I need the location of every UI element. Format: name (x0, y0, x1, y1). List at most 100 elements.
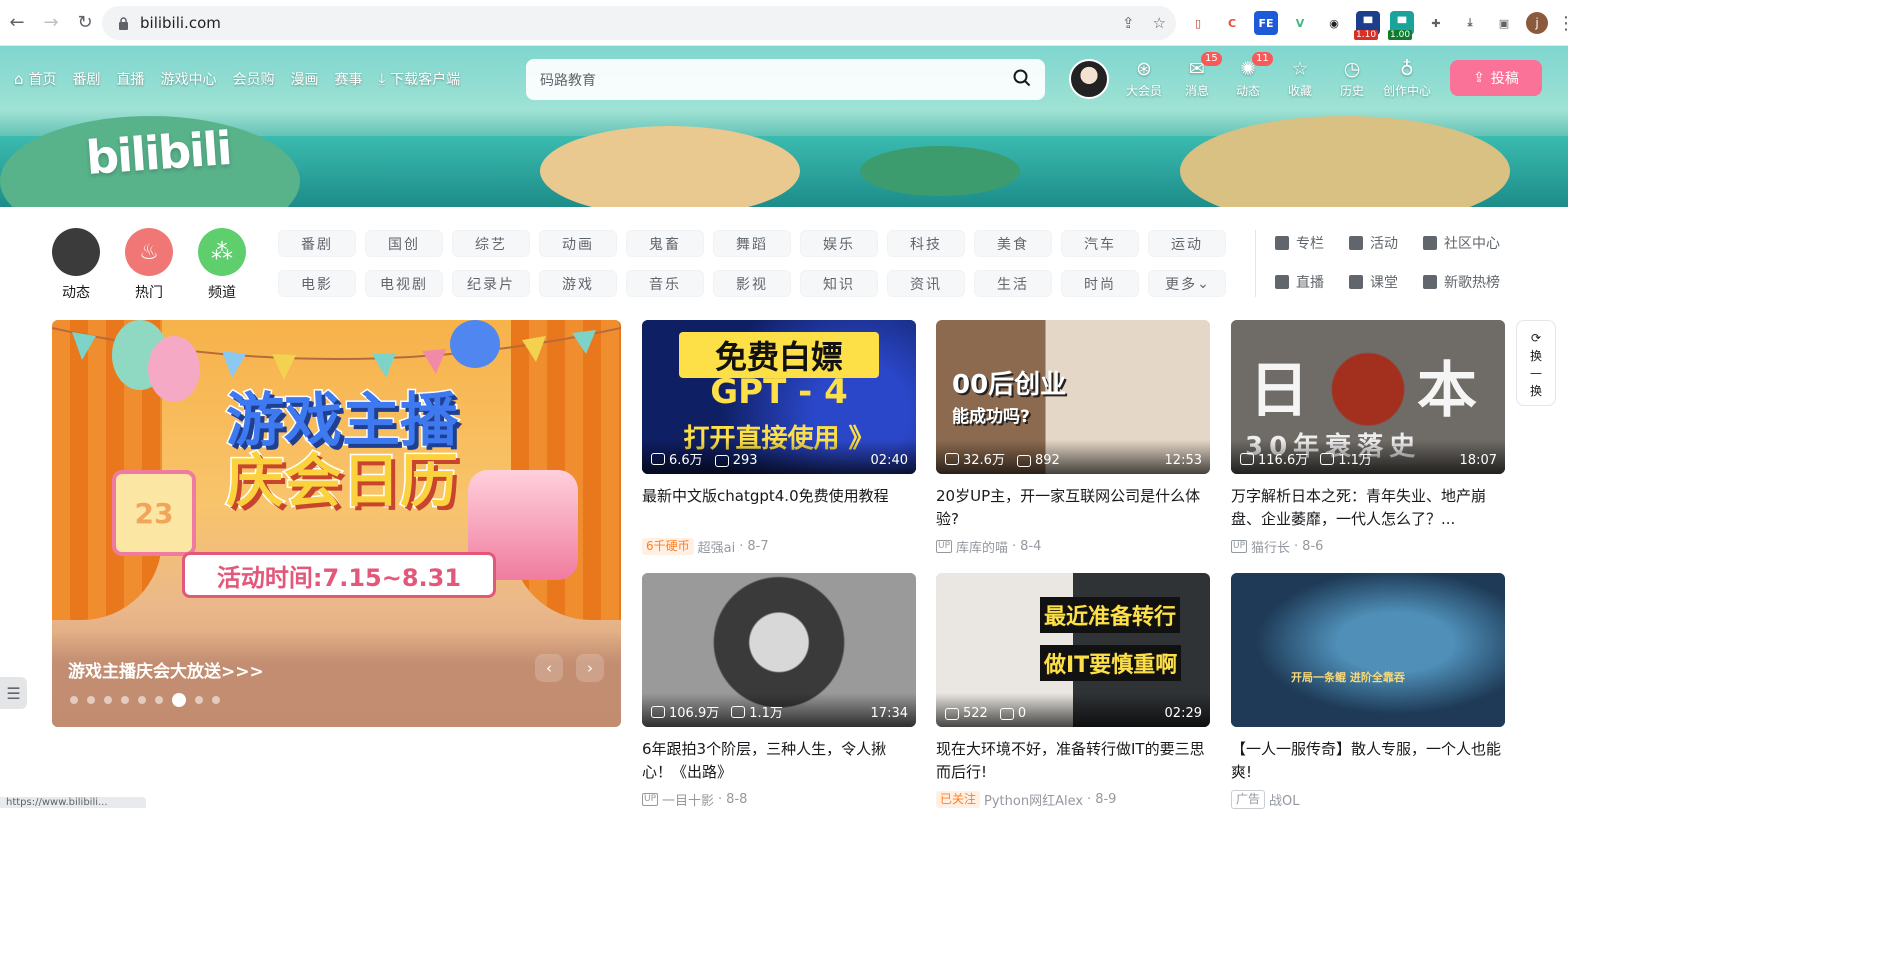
carousel-dot[interactable] (121, 696, 129, 704)
channel-tag[interactable]: 音乐 (626, 270, 704, 297)
video-card[interactable]: 最近准备转行 做IT要慎重啊 522 0 02:29 现在大环境不好，准备转行做IT的要三… (936, 573, 1210, 809)
carousel-dot[interactable] (87, 696, 95, 704)
ext-fe-icon[interactable]: FE (1254, 11, 1278, 35)
ext-green-icon[interactable]: ▀ 1.00 (1388, 11, 1414, 40)
video-card[interactable]: 免费白嫖 GPT - 4 打开直接使用 》 6.6万 293 02:40 最新中文版chat… (642, 320, 916, 556)
channel-tag[interactable]: 游戏 (539, 270, 617, 297)
channel-tag[interactable]: 动画 (539, 230, 617, 257)
video-thumbnail[interactable]: 开局一条鲲 进阶全靠吞 (1231, 573, 1505, 727)
bilibili-logo[interactable]: bilibili (84, 121, 232, 185)
column-link[interactable]: 专栏 (1275, 233, 1349, 253)
channel-tag[interactable]: 运动 (1148, 230, 1226, 257)
search-icon[interactable] (1013, 69, 1031, 91)
channel-tag[interactable]: 纪录片 (452, 270, 530, 297)
carousel-caption[interactable]: 游戏主播庆会大放送>>> (68, 657, 264, 682)
reload-icon[interactable]: ↻ (68, 6, 102, 40)
author-name[interactable]: Python网红Alex (984, 790, 1083, 809)
classroom-link[interactable]: 课堂 (1349, 272, 1423, 292)
author-name[interactable]: 超强ai (698, 537, 736, 556)
carousel-dot[interactable] (104, 696, 112, 704)
nav-match[interactable]: 赛事 (335, 69, 363, 89)
video-thumbnail[interactable]: 免费白嫖 GPT - 4 打开直接使用 》 6.6万 293 02:40 (642, 320, 916, 474)
search-bar[interactable]: 码路教育 (526, 59, 1045, 100)
video-card[interactable]: 开局一条鲲 进阶全靠吞 【一人一服传奇】散人专服，一个人也能爽! 广告 战OL (1231, 573, 1505, 809)
download-icon[interactable]: ⤓ (1458, 11, 1482, 35)
video-thumbnail[interactable]: 00后创业 能成功吗? 32.6万 892 12:53 (936, 320, 1210, 474)
video-thumbnail[interactable]: 最近准备转行 做IT要慎重啊 522 0 02:29 (936, 573, 1210, 727)
nav-vip-shop[interactable]: 会员购 (233, 69, 275, 89)
carousel-next-button[interactable]: › (576, 654, 604, 682)
channel-tag[interactable]: 科技 (887, 230, 965, 257)
carousel-dot[interactable] (195, 696, 203, 704)
url-text[interactable]: bilibili.com (140, 14, 221, 32)
video-card[interactable]: 日本30年衰落史116.6万1.1万18:07 万字解析日本之死：青年失业、地产崩… (1231, 320, 1505, 556)
channel-tag[interactable]: 国创 (365, 230, 443, 257)
back-icon[interactable]: ← (0, 6, 34, 40)
carousel-prev-button[interactable]: ‹ (535, 654, 563, 682)
bookmark-star-icon[interactable]: ☆ (1153, 14, 1166, 32)
video-thumbnail[interactable]: 106.9万 1.1万 17:34 (642, 573, 916, 727)
message-entry[interactable]: ✉ 15 消息 (1185, 52, 1222, 99)
nav-live[interactable]: 直播 (117, 69, 145, 89)
carousel-dot[interactable] (155, 696, 163, 704)
video-title[interactable]: 万字解析日本之死：青年失业、地产崩盘、企业萎靡，一代人怎么了？... (1231, 485, 1505, 531)
banner-carousel[interactable]: 23 游戏主播 庆会日历 活动时间:7.15~8.31 游戏主播庆会大放送>>>… (52, 320, 621, 727)
share-icon[interactable]: ⇪ (1122, 14, 1135, 32)
video-title[interactable]: 【一人一服传奇】散人专服，一个人也能爽! (1231, 738, 1505, 784)
channel-tag[interactable]: 美食 (974, 230, 1052, 257)
channel-tag[interactable]: 知识 (800, 270, 878, 297)
nav-game-center[interactable]: 游戏中心 (161, 69, 217, 89)
video-card[interactable]: 00后创业 能成功吗? 32.6万 892 12:53 20岁UP主，开一家互联网公司是什… (936, 320, 1210, 556)
video-title[interactable]: 现在大环境不好，准备转行做IT的要三思而后行! (936, 738, 1210, 784)
carousel-dot[interactable] (172, 693, 186, 707)
forward-icon[interactable]: → (34, 6, 68, 40)
profile-avatar[interactable]: j (1526, 12, 1548, 34)
channel-tag[interactable]: 汽车 (1061, 230, 1139, 257)
favorites-entry[interactable]: ☆ 收藏 (1288, 58, 1312, 99)
video-card[interactable]: 106.9万 1.1万 17:34 6年跟拍3个阶层，三种人生，令人揪心！《出路》 UP… (642, 573, 916, 809)
vip-entry[interactable]: ⊛ 大会员 (1126, 58, 1162, 99)
channel-tag[interactable]: 资讯 (887, 270, 965, 297)
ext-red-icon[interactable]: ▀ 1.10 (1354, 11, 1380, 40)
carousel-dot[interactable] (212, 696, 220, 704)
author-name[interactable]: 一目十影 (662, 790, 714, 809)
author-name[interactable]: 战OL (1269, 790, 1299, 809)
channel-tag[interactable]: 番剧 (278, 230, 356, 257)
video-thumbnail[interactable]: 日本30年衰落史116.6万1.1万18:07 (1231, 320, 1505, 474)
sidebar-icon[interactable]: ▣ (1492, 11, 1516, 35)
activity-link[interactable]: 活动 (1349, 233, 1423, 253)
channel-tag[interactable]: 综艺 (452, 230, 530, 257)
live-link[interactable]: 直播 (1275, 272, 1349, 292)
video-title[interactable]: 20岁UP主，开一家互联网公司是什么体验? (936, 485, 1210, 531)
browser-menu-icon[interactable]: ⋮ (1557, 6, 1575, 40)
channel-tag[interactable]: 影视 (713, 270, 791, 297)
refresh-button[interactable]: ⟳ 换 — 换 (1516, 320, 1556, 406)
ext-puzzle-icon[interactable]: ✚ (1424, 11, 1448, 35)
history-entry[interactable]: ◷ 历史 (1340, 58, 1364, 99)
search-input[interactable]: 码路教育 (540, 70, 1013, 90)
ext-book-icon[interactable]: ▯ (1186, 11, 1210, 35)
channel-channels[interactable]: ⁂ 频道 (198, 228, 246, 302)
ext-vue-icon[interactable]: V (1288, 11, 1312, 35)
channel-tag[interactable]: 更多 ⌄ (1148, 270, 1226, 297)
channel-tag[interactable]: 生活 (974, 270, 1052, 297)
address-bar[interactable]: bilibili.com ⇪ ☆ (102, 6, 1176, 40)
ext-mask-icon[interactable]: ◉ (1322, 11, 1346, 35)
nav-bangumi[interactable]: 番剧 (73, 69, 101, 89)
upload-button[interactable]: ⇪ 投稿 (1450, 60, 1542, 96)
carousel-dot[interactable] (138, 696, 146, 704)
user-avatar[interactable] (1069, 59, 1109, 99)
ext-c-icon[interactable]: C (1220, 11, 1244, 35)
creator-center-entry[interactable]: ♁ 创作中心 (1383, 58, 1431, 99)
channel-tag[interactable]: 电影 (278, 270, 356, 297)
carousel-dot[interactable] (70, 696, 78, 704)
list-menu-icon[interactable]: ☰ (0, 677, 27, 709)
new-songs-link[interactable]: 新歌热榜 (1423, 272, 1523, 292)
video-title[interactable]: 最新中文版chatgpt4.0免费使用教程 (642, 485, 916, 531)
nav-home[interactable]: ⌂ 首页 (14, 69, 57, 89)
channel-dynamic[interactable]: 动态 (52, 228, 100, 302)
nav-download-client[interactable]: ⤓ 下载客户端 (379, 69, 461, 89)
author-name[interactable]: 猫行长 (1251, 537, 1290, 556)
channel-tag[interactable]: 娱乐 (800, 230, 878, 257)
video-title[interactable]: 6年跟拍3个阶层，三种人生，令人揪心！《出路》 (642, 738, 916, 784)
